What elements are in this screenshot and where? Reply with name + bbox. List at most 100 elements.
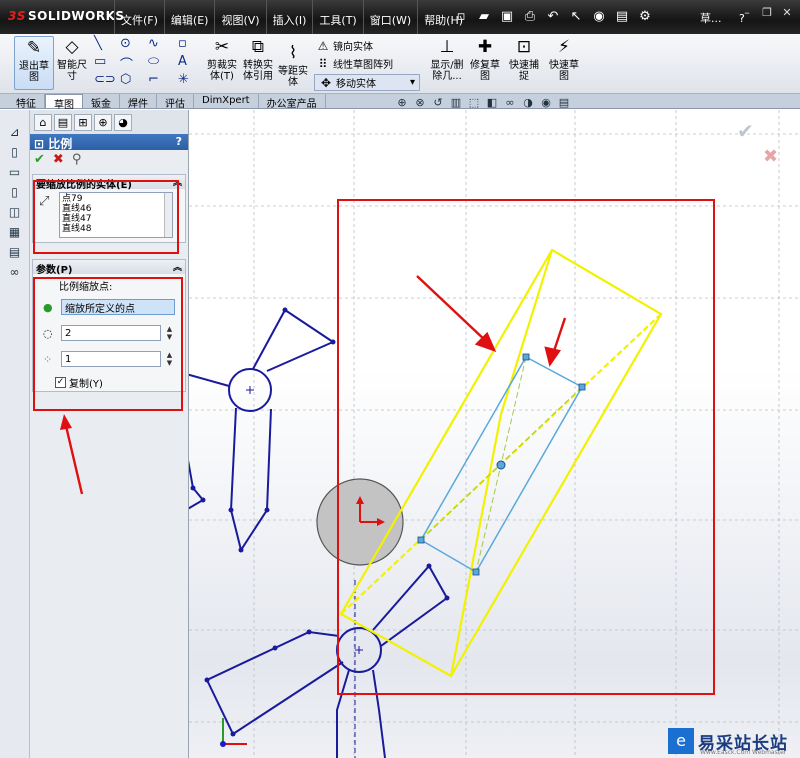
scale-factor-spinner-icon[interactable]: ▲ ▼ [165,325,174,341]
close-icon[interactable]: ✕ [778,6,796,22]
params-group-title[interactable]: 参数(P) ︽ [33,260,185,276]
collapse-chevron-icon[interactable]: ︽ [173,260,182,273]
display-manager-tab-icon[interactable]: ◕ [114,114,132,131]
sketch-blue-fan-lower[interactable] [205,564,449,758]
confirm-cancel-icon[interactable]: ✖ [763,146,778,167]
view-orientation-icon[interactable]: ⬚ [467,96,481,109]
select-arrow-icon[interactable]: ↖ [567,8,585,26]
scale-point-field[interactable] [61,299,175,315]
exit-sketch-button[interactable]: ✎ 退出草 图 [14,36,54,90]
line-icon[interactable]: ╲ [94,36,102,51]
smart-dimension-button[interactable]: ◇ 智能尺 寸 [54,36,90,82]
pushpin-icon[interactable]: ⚲ [72,152,82,170]
restore-icon[interactable]: ❐ [758,6,776,22]
list-item[interactable]: 直线47 [62,214,170,224]
undo-icon[interactable]: ↶ [544,8,562,26]
tab-evaluate[interactable]: 评估 [157,94,194,110]
equal-icon[interactable]: ▤ [7,244,23,260]
hide-show-items-icon[interactable]: ∞ [503,96,517,109]
copies-spinner-icon[interactable]: ▲ ▼ [165,351,174,367]
options-gear-icon[interactable]: ⚙ [636,8,654,26]
list-item[interactable]: 点79 [62,194,170,204]
tab-weldments[interactable]: 焊件 [120,94,157,110]
rebuild-traffic-light-icon[interactable]: ◉ [590,8,608,26]
arc-icon[interactable]: ⌒ [120,54,133,73]
previous-view-icon[interactable]: ↺ [431,96,445,109]
section-view-icon[interactable]: ▥ [449,96,463,109]
ok-check-icon[interactable]: ✔ [34,152,45,170]
menu-window[interactable]: 窗口(W) [362,0,417,34]
sketch-blue-fan-upper[interactable] [189,308,336,553]
graphics-area[interactable]: ✔ ✖ [189,110,800,758]
offset-entities-button[interactable]: ⌇ 等距实 体 [278,42,308,88]
display-style-icon[interactable]: ◧ [485,96,499,109]
convert-entities-button[interactable]: ⧉ 转换实 体引用 [240,36,276,82]
minimize-icon[interactable]: – [738,6,756,22]
print-icon[interactable]: ⎙ [521,8,539,26]
edit-appearance-icon[interactable]: ◑ [521,96,535,109]
menu-file[interactable]: 文件(F) [114,0,164,34]
help-question-icon[interactable]: ? [176,135,182,148]
copies-field[interactable] [61,351,161,367]
property-manager-tab-icon[interactable]: ▤ [54,114,72,131]
scale-factor-field[interactable] [61,325,161,341]
move-dropdown-chevron-icon[interactable]: ▾ [410,77,415,88]
open-folder-icon[interactable]: ▰ [475,8,493,26]
zoom-to-area-icon[interactable]: ⊗ [413,96,427,109]
list-item[interactable]: 直线48 [62,224,170,234]
dimxpert-manager-tab-icon[interactable]: ⊕ [94,114,112,131]
menu-view[interactable]: 视图(V) [214,0,265,34]
tab-dimxpert[interactable]: DimXpert [194,94,259,108]
menu-insert[interactable]: 插入(I) [265,0,313,34]
entities-group-title[interactable]: 要缩放比例的实体(E) ︽ [33,175,185,191]
copy-checkbox-row[interactable]: ✓ 复制(Y) [33,371,185,391]
file-properties-icon[interactable]: ▤ [613,8,631,26]
rapid-sketch-button[interactable]: ⚡ 快速草 图 [546,36,582,82]
horizontal-icon[interactable]: ▭ [7,164,23,180]
view-settings-icon[interactable]: ▤ [557,96,571,109]
centerline-icon[interactable]: ✳ [178,72,189,87]
fillet-icon[interactable]: ⌐ [148,72,159,87]
repair-sketch-button[interactable]: ✚ 修复草 图 [468,36,502,82]
apply-scene-icon[interactable]: ◉ [539,96,553,109]
circle-icon[interactable]: ⊙ [120,36,131,51]
collapse-chevron-icon[interactable]: ︽ [173,175,182,188]
point-icon[interactable]: ▫ [178,36,187,51]
menu-tools[interactable]: 工具(T) [312,0,362,34]
solidworks-logo[interactable]: 3S SOLIDWORKS [8,9,125,23]
zoom-to-fit-icon[interactable]: ⊕ [395,96,409,109]
entities-list[interactable]: 点79 直线46 直线47 直线48 [59,192,173,238]
vertical-icon[interactable]: ▯ [7,184,23,200]
cancel-x-icon[interactable]: ✖ [53,152,64,170]
tab-sketch[interactable]: 草图 [45,94,83,111]
merge-icon[interactable]: ▦ [7,224,23,240]
tab-sheet-metal[interactable]: 钣金 [83,94,120,110]
text-icon[interactable]: A [178,54,187,69]
linear-sketch-pattern-button[interactable]: ⠿ 线性草图阵列 [316,56,393,72]
feature-tree-tab-icon[interactable]: ⌂ [34,114,52,131]
tab-office-products[interactable]: 办公室产品 [259,94,326,110]
tangent-icon[interactable]: ∞ [7,264,23,280]
polygon-icon[interactable]: ⬡ [120,72,131,87]
confirm-check-icon[interactable]: ✔ [737,119,754,143]
add-relation-icon[interactable]: ⊿ [7,124,23,140]
move-entities-button[interactable]: ✥ 移动实体 ▾ [314,74,420,91]
trim-entities-button[interactable]: ✂ 剪裁实 体(T) [204,36,240,82]
list-item[interactable]: 直线46 [62,204,170,214]
copy-checkbox[interactable]: ✓ [55,376,66,388]
menu-edit[interactable]: 编辑(E) [163,0,215,34]
slot-icon[interactable]: ⊂⊃ [94,72,116,87]
tab-features[interactable]: 特征 [8,94,45,110]
point79-handle[interactable] [496,460,506,470]
spline-icon[interactable]: ∿ [148,36,159,51]
new-document-icon[interactable]: ▫ [452,8,470,26]
fix-icon[interactable]: ▯ [7,144,23,160]
quick-snaps-button[interactable]: ⊡ 快速捕 捉 [506,36,542,82]
configuration-manager-tab-icon[interactable]: ⊞ [74,114,92,131]
list-scrollbar[interactable] [164,193,172,237]
save-icon[interactable]: ▣ [498,8,516,26]
rectangle-icon[interactable]: ▭ [94,54,106,69]
ellipse-icon[interactable]: ⬭ [148,54,159,69]
mirror-entities-button[interactable]: ⚠ 镜向实体 [316,38,373,54]
display-delete-relations-button[interactable]: ⊥ 显示/删 除几... [428,36,466,82]
